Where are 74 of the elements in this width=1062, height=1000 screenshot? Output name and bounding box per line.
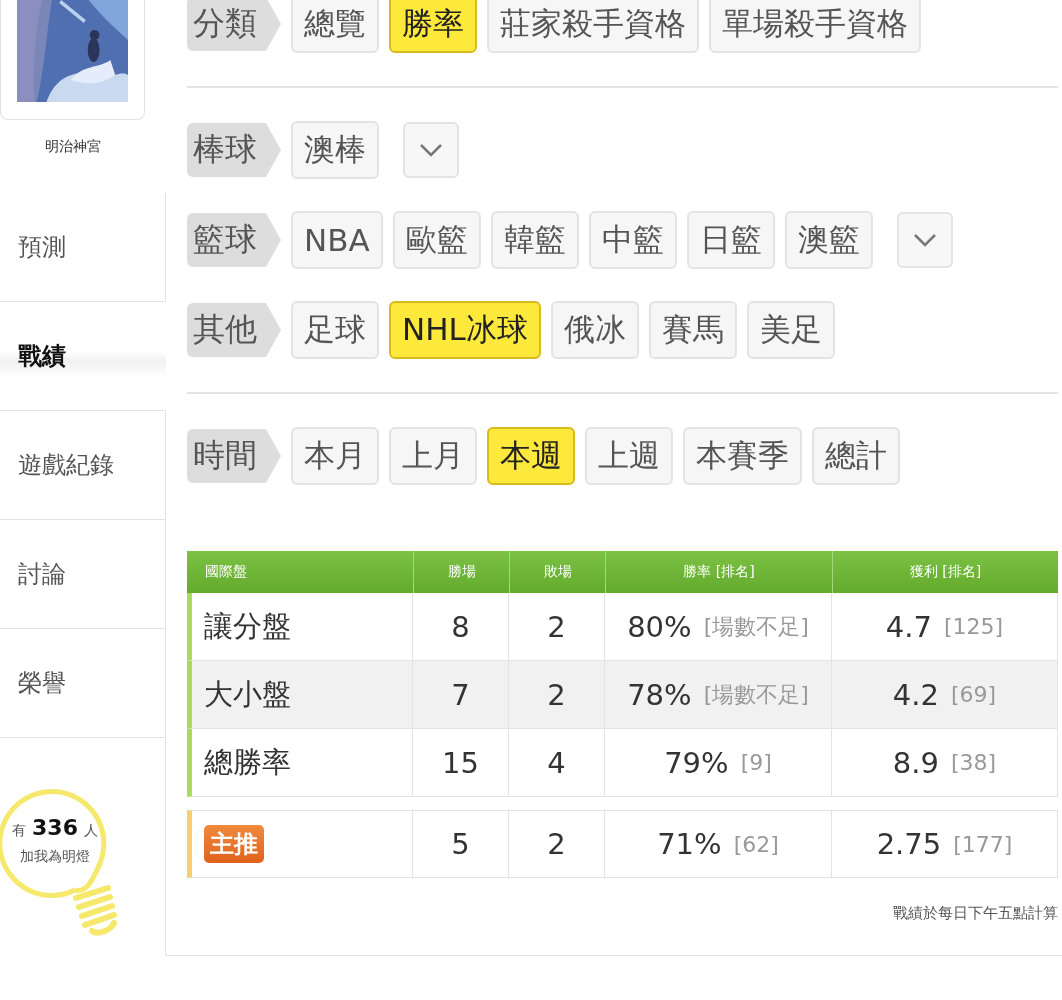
- column-header: 勝場: [413, 551, 509, 593]
- filter-option[interactable]: 上月: [389, 427, 477, 485]
- table-cell: 4: [509, 729, 605, 797]
- filter-label: 分類: [187, 0, 281, 51]
- win-rate: 79%: [664, 745, 729, 780]
- rank-text: [9]: [740, 750, 772, 775]
- table-cell: 7: [413, 661, 509, 729]
- dropdown-button[interactable]: [403, 122, 459, 178]
- filter-option[interactable]: 總計: [812, 427, 900, 485]
- rank-text: [62]: [733, 831, 779, 857]
- filter-label: 棒球: [187, 123, 281, 177]
- rank-text: [場數不足]: [703, 680, 809, 709]
- column-header: 敗場: [509, 551, 605, 593]
- win-rate: 78%: [627, 677, 692, 712]
- column-header: 獲利 [排名]: [832, 551, 1058, 593]
- filter-option[interactable]: 莊家殺手資格: [487, 0, 699, 53]
- rank-text: [125]: [943, 614, 1004, 639]
- fans-prefix: 有: [12, 822, 27, 840]
- filter-option[interactable]: 韓籃: [490, 211, 579, 269]
- fans-count: 336: [32, 815, 78, 840]
- table-cell: 大小盤: [187, 661, 413, 729]
- filter-option[interactable]: 本月: [291, 427, 379, 485]
- filter-option[interactable]: 足球: [291, 301, 379, 359]
- filter-option[interactable]: 單場殺手資格: [709, 0, 921, 53]
- filter-option[interactable]: NHL冰球: [389, 301, 541, 359]
- profit-value: 4.7: [885, 609, 932, 644]
- filter-option[interactable]: 歐籃: [392, 211, 481, 269]
- table-cell: 2: [509, 661, 605, 729]
- table-cell: 總勝率: [187, 729, 413, 797]
- chevron-down-icon: [912, 233, 937, 247]
- table-cell: 15: [413, 729, 509, 797]
- filter-option[interactable]: 本週: [487, 427, 575, 485]
- user-name: 明治神宮: [43, 137, 102, 156]
- chevron-down-icon: [419, 143, 443, 157]
- sidebar-item[interactable]: 榮譽: [0, 629, 166, 738]
- filter-option[interactable]: 俄冰: [550, 301, 639, 359]
- filter-label: 籃球: [187, 213, 281, 267]
- win-rate: 71%: [657, 827, 722, 861]
- profit-value: 8.9: [892, 745, 939, 780]
- footer-note: 戰績於每日下午五點計算: [892, 904, 1058, 923]
- table-cell: 2: [509, 810, 605, 878]
- sidebar-item[interactable]: 遊戲紀錄: [0, 411, 166, 520]
- table-cell: 2: [509, 593, 605, 661]
- column-header: 國際盤: [187, 551, 413, 593]
- filter-option[interactable]: 澳棒: [291, 121, 379, 179]
- filter-option[interactable]: NBA: [291, 211, 383, 269]
- filter-option[interactable]: 本賽季: [683, 427, 802, 485]
- fans-caption: 加我為明燈: [20, 848, 90, 866]
- filter-option[interactable]: 勝率: [389, 0, 477, 53]
- dropdown-button[interactable]: [896, 212, 953, 268]
- rank-text: [177]: [953, 831, 1013, 857]
- sidebar-item[interactable]: 討論: [0, 520, 166, 629]
- profit-value: 2.75: [876, 827, 942, 861]
- filter-option[interactable]: 中籃: [588, 211, 677, 269]
- table-cell: 讓分盤: [187, 593, 413, 661]
- filter-option[interactable]: 上週: [585, 427, 673, 485]
- profit-value: 4.2: [892, 677, 939, 712]
- filter-option[interactable]: 總覽: [291, 0, 379, 53]
- filter-label: 其他: [187, 303, 281, 357]
- filter-option[interactable]: 日籃: [686, 211, 775, 269]
- filter-option[interactable]: 澳籃: [784, 211, 873, 269]
- filter-option[interactable]: 美足: [746, 301, 835, 359]
- table-cell: 8: [413, 593, 509, 661]
- featured-badge: 主推: [204, 825, 264, 863]
- rank-text: [場數不足]: [703, 612, 809, 641]
- filter-label: 時間: [187, 429, 281, 483]
- win-rate: 80%: [627, 609, 692, 644]
- filter-option[interactable]: 賽馬: [648, 301, 737, 359]
- column-header: 勝率 [排名]: [605, 551, 832, 593]
- rank-text: [38]: [950, 750, 997, 775]
- fans-suffix: 人: [83, 822, 98, 840]
- table-cell: 5: [413, 810, 509, 878]
- rank-text: [69]: [950, 682, 997, 707]
- sidebar-item[interactable]: 預測: [0, 193, 166, 302]
